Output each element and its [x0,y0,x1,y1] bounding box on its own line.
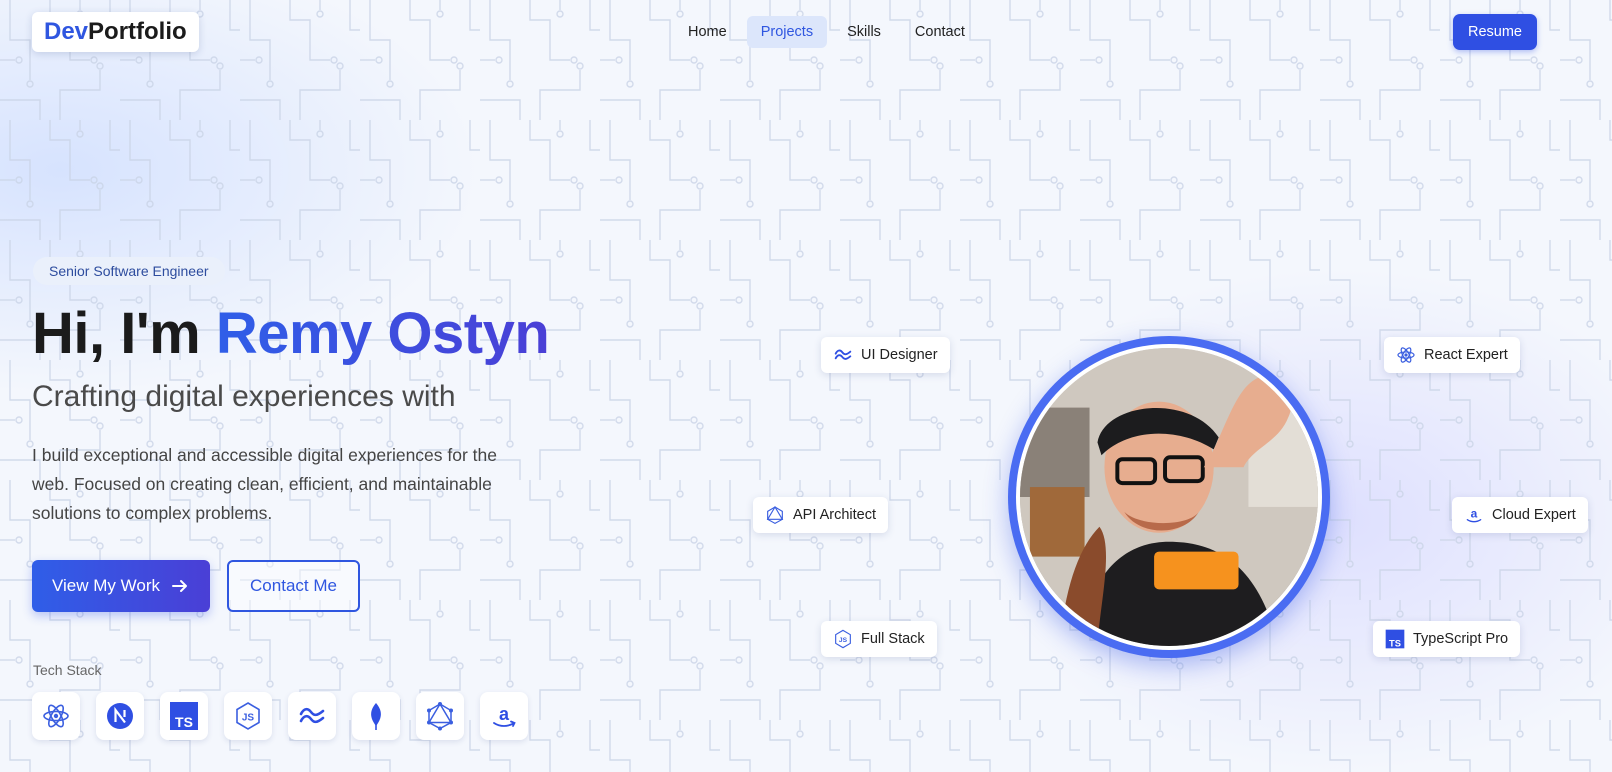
logo-portfolio: Portfolio [88,18,187,45]
resume-button[interactable]: Resume [1453,14,1537,50]
chip-typescript-pro: TS TypeScript Pro [1373,621,1521,657]
chip-full-stack: JS Full Stack [821,621,937,657]
chip-react-expert: React Expert [1384,337,1520,373]
profile-photo [1016,344,1322,650]
javascript-icon[interactable]: JS [224,692,272,740]
nav-contact[interactable]: Contact [901,16,979,48]
svg-text:a: a [1471,507,1478,521]
nav-projects[interactable]: Projects [746,16,828,48]
chip-react-expert-label: React Expert [1424,347,1508,363]
chip-full-stack-label: Full Stack [861,631,925,647]
view-my-work-button[interactable]: View My Work [32,560,210,612]
chip-ui-designer-label: UI Designer [861,347,938,363]
contact-me-button[interactable]: Contact Me [227,560,360,612]
graphql-icon[interactable] [416,692,464,740]
tech-stack-list: TS JS a [32,692,528,740]
role-badge: Senior Software Engineer [33,257,225,285]
tailwind-icon[interactable] [288,692,336,740]
amazon-icon[interactable]: a [480,692,528,740]
hero-title: Hi, I'm Remy Ostyn [32,300,550,367]
chip-api-architect: API Architect [753,497,889,533]
logo-dev: Dev [44,18,89,45]
chip-api-architect-label: API Architect [793,507,877,523]
react-icon [1397,347,1415,363]
profile-photo-frame [1008,336,1330,658]
chip-cloud-expert-label: Cloud Expert [1492,507,1576,523]
svg-text:TS: TS [175,714,193,730]
typescript-icon: TS [1385,629,1405,649]
nav-skills[interactable]: Skills [833,16,895,48]
hero-description: I build exceptional and accessible digit… [32,445,498,523]
logo[interactable]: Dev Portfolio [32,12,199,52]
chip-typescript-pro-label: TypeScript Pro [1413,631,1509,647]
graphql-icon [766,505,784,524]
svg-text:JS: JS [839,637,848,644]
svg-text:a: a [499,704,510,724]
tailwind-icon [834,349,852,360]
javascript-icon: JS [835,629,851,649]
hero-name: Remy Ostyn [215,301,550,366]
svg-text:TS: TS [1389,638,1401,648]
view-my-work-label: View My Work [51,576,160,595]
main-nav: Home Projects Skills Contact [674,16,979,48]
typescript-icon[interactable]: TS [160,692,208,740]
tech-stack-label: Tech Stack [33,662,102,678]
svg-text:JS: JS [242,713,255,724]
chip-cloud-expert: a Cloud Expert [1452,497,1588,533]
nextjs-icon[interactable] [96,692,144,740]
nav-home[interactable]: Home [674,16,741,48]
mongodb-icon[interactable] [352,692,400,740]
hero-subtitle: Crafting digital experiences with [32,380,456,413]
chip-ui-designer: UI Designer [821,337,950,373]
hero-greeting: Hi, I'm [32,301,216,366]
amazon-icon: a [1466,507,1482,523]
react-icon[interactable] [32,692,80,740]
arrow-right-icon [172,580,187,592]
